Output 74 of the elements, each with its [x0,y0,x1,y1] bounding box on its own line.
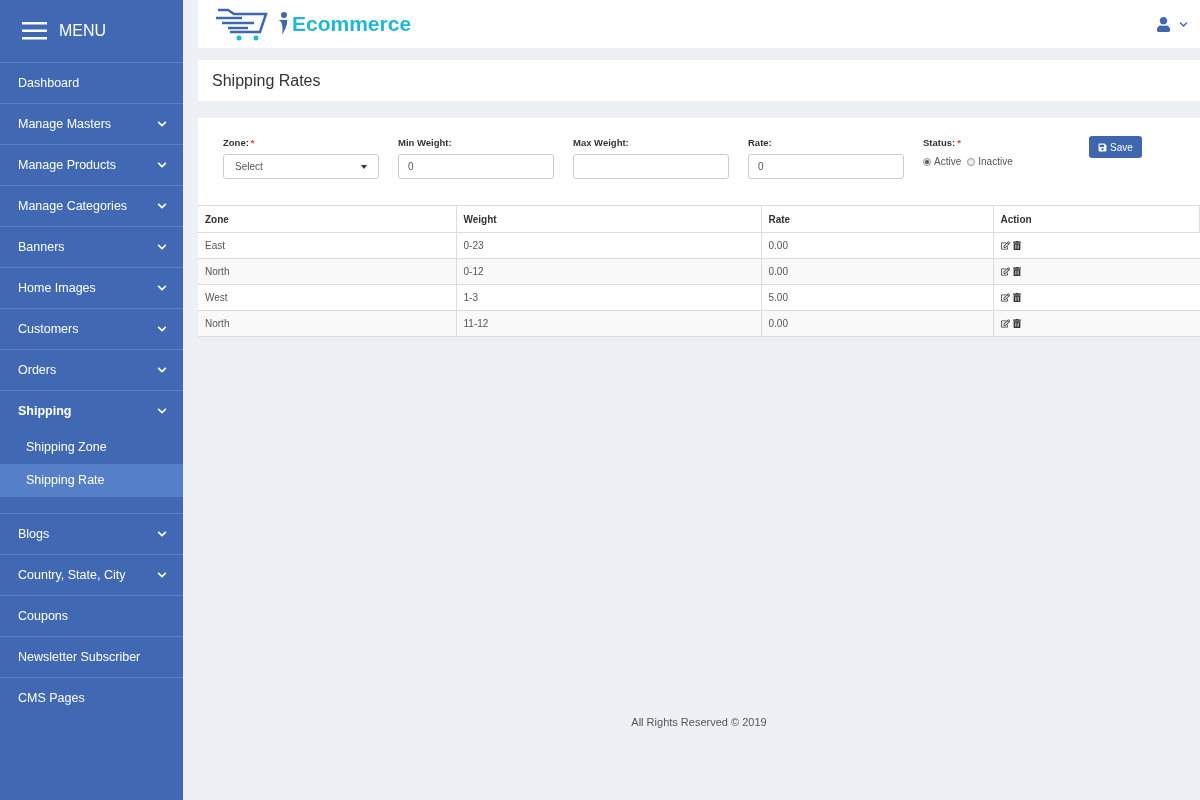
table-cell: North [198,310,456,337]
sidebar-item[interactable]: Dashboard [0,63,183,103]
chevron-icon [157,324,167,334]
dropdown-caret-icon [361,164,367,169]
chevron-icon [157,201,167,211]
menu-icon[interactable] [22,22,47,40]
edit-icon[interactable] [1000,319,1010,329]
sidebar-item[interactable]: Country, State, City [0,555,183,595]
table-cell: 5.00 [761,284,993,311]
table-cell: 0-23 [456,232,761,259]
sidebar-item[interactable]: Newsletter Subscriber [0,637,183,677]
sidebar-item[interactable]: Manage Masters [0,104,183,144]
chevron-icon[interactable] [1179,19,1188,29]
table-cell: East [198,232,456,259]
column-header: Action [993,205,1200,233]
status-radio[interactable]: Active [923,154,962,170]
chevron-icon [157,570,167,580]
table-cell: 0.00 [761,310,993,337]
sidebar-item[interactable]: Manage Products [0,145,183,185]
table-cell: 0.00 [761,232,993,259]
zone-select[interactable]: Select [223,154,379,180]
sidebar-item[interactable]: Coupons [0,596,183,636]
sidebar-item[interactable]: Banners [0,227,183,267]
table-cell: 1-3 [456,284,761,311]
user-icon[interactable] [1156,16,1171,32]
chevron-icon [157,160,167,170]
chevron-icon [157,365,167,375]
edit-icon[interactable] [1000,267,1010,277]
footer-text: All Rights Reserved © 2019 [631,715,767,730]
sidebar-item[interactable]: Blogs [0,514,183,554]
table-cell: North [198,258,456,285]
chevron-icon [157,242,167,252]
field-label: Zone: [223,136,249,150]
sidebar-item[interactable]: CMS Pages [0,678,183,718]
field-label: Max Weight: [573,136,629,150]
input-field[interactable]: 0 [398,154,554,180]
input-field[interactable] [573,154,729,180]
logo-text: Ecommerce [292,11,412,38]
menu-label: MENU [59,21,107,41]
delete-icon[interactable] [1012,293,1021,303]
chevron-icon [157,529,167,539]
column-header: Zone [198,205,456,233]
sidebar-item[interactable]: Customers [0,309,183,349]
field-label: Min Weight: [398,136,452,150]
column-header: Rate [761,205,993,233]
required-mark: * [957,136,961,150]
status-radio[interactable]: Inactive [967,154,1013,170]
save-icon [1098,142,1107,152]
save-button[interactable]: Save [1089,136,1142,158]
delete-icon[interactable] [1012,267,1021,277]
table-cell: 11-12 [456,310,761,337]
required-mark: * [250,136,255,150]
edit-icon[interactable] [1000,293,1010,303]
sidebar-subitem[interactable]: Shipping Rate [0,464,183,497]
field-label: Rate: [748,136,772,150]
figure-icon [276,11,290,37]
input-field[interactable]: 0 [748,154,904,180]
chevron-icon [157,119,167,129]
sidebar-item[interactable]: Shipping [0,391,183,431]
column-header: Weight [456,205,761,233]
delete-icon[interactable] [1012,319,1021,329]
table-cell: West [198,284,456,311]
sidebar-item[interactable]: Orders [0,350,183,390]
table-cell: 0-12 [456,258,761,285]
sidebar-subitem[interactable]: Shipping Zone [0,431,183,464]
edit-icon[interactable] [1000,241,1010,251]
field-label: Status: [923,136,956,150]
chevron-icon [157,283,167,293]
table-cell: 0.00 [761,258,993,285]
chevron-icon [157,406,167,416]
delete-icon[interactable] [1012,241,1021,251]
page-title: Shipping Rates [212,70,321,91]
sidebar-item[interactable]: Manage Categories [0,186,183,226]
sidebar-item[interactable]: Home Images [0,268,183,308]
